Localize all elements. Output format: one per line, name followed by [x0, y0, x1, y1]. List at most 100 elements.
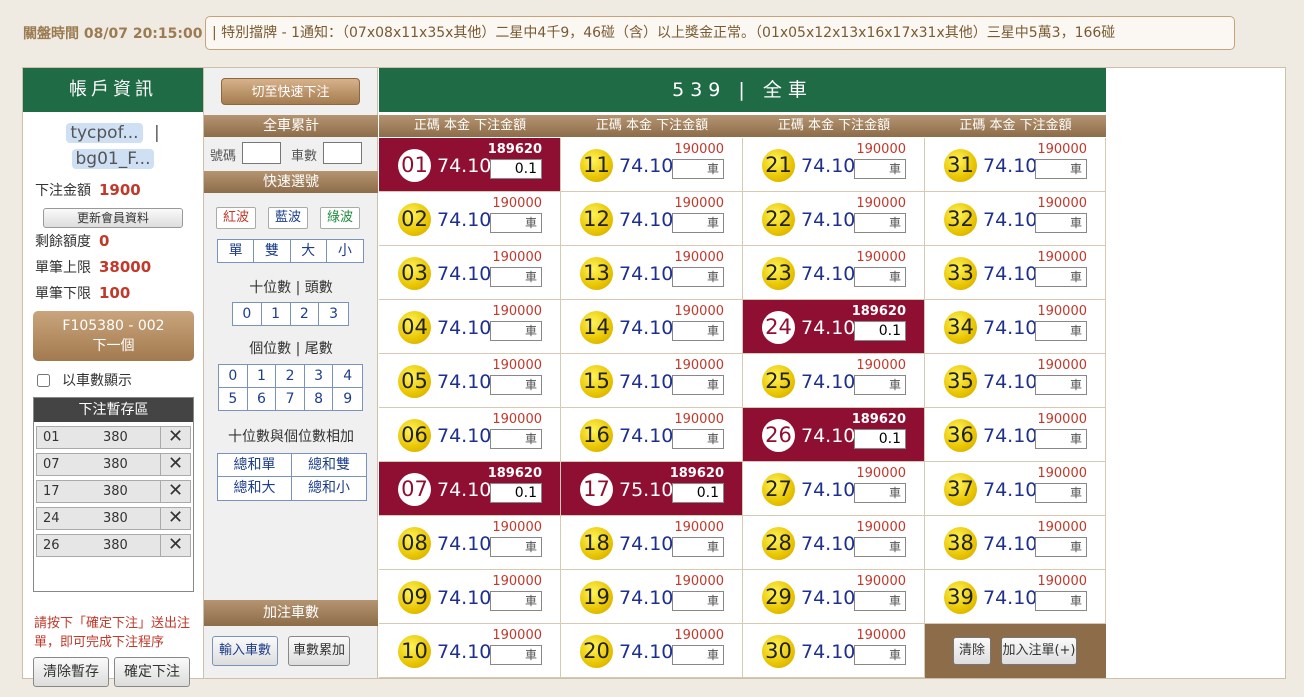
number-cell[interactable]: 23 74.10 190000 車	[743, 246, 925, 300]
bet-amount-input[interactable]: 車	[672, 375, 724, 395]
units-digit-button[interactable]: 3	[305, 365, 334, 387]
bet-amount-input[interactable]: 車	[854, 591, 906, 611]
bet-amount-input[interactable]: 車	[1035, 159, 1087, 179]
tens-digit-button[interactable]: 1	[262, 303, 291, 325]
number-cell[interactable]: 02 74.10 190000 車	[379, 192, 561, 246]
number-ball[interactable]: 06	[398, 419, 431, 452]
number-cell[interactable]: 17 75.10 189620 0.1	[561, 462, 743, 516]
bet-amount-input[interactable]: 車	[490, 213, 542, 233]
bet-amount-input[interactable]: 車	[1035, 483, 1087, 503]
number-cell[interactable]: 32 74.10 190000 車	[925, 192, 1106, 246]
accum-car-button[interactable]: 車數累加	[288, 636, 350, 666]
number-ball[interactable]: 36	[944, 419, 977, 452]
number-ball[interactable]: 13	[580, 257, 613, 290]
number-cell[interactable]: 14 74.10 190000 車	[561, 300, 743, 354]
number-ball[interactable]: 29	[762, 581, 795, 614]
bet-amount-input[interactable]: 車	[1035, 321, 1087, 341]
number-ball[interactable]: 33	[944, 257, 977, 290]
bet-amount-input[interactable]: 車	[1035, 591, 1087, 611]
next-button[interactable]: F105380 - 002 下一個	[33, 311, 194, 361]
tens-digit-button[interactable]: 2	[291, 303, 320, 325]
bet-amount-input[interactable]: 0.1	[854, 429, 906, 449]
sum-odd-button[interactable]: 總和單	[218, 454, 292, 477]
bet-amount-input[interactable]: 車	[1035, 429, 1087, 449]
units-digit-button[interactable]: 8	[305, 388, 334, 410]
units-digit-button[interactable]: 9	[333, 388, 362, 410]
number-ball[interactable]: 14	[580, 311, 613, 344]
bet-amount-input[interactable]: 車	[672, 645, 724, 665]
number-ball[interactable]: 07	[398, 473, 431, 506]
number-cell[interactable]: 27 74.10 190000 車	[743, 462, 925, 516]
bet-amount-input[interactable]: 車	[1035, 537, 1087, 557]
car-display-checkbox[interactable]	[37, 374, 50, 387]
number-cell[interactable]: 04 74.10 190000 車	[379, 300, 561, 354]
number-cell[interactable]: 19 74.10 190000 車	[561, 570, 743, 624]
bet-amount-input[interactable]: 車	[490, 321, 542, 341]
bet-amount-input[interactable]: 車	[854, 267, 906, 287]
number-cell[interactable]: 24 74.10 189620 0.1	[743, 300, 925, 354]
sum-big-button[interactable]: 總和大	[218, 477, 292, 500]
bet-amount-input[interactable]: 車	[490, 267, 542, 287]
number-ball[interactable]: 08	[398, 527, 431, 560]
bet-amount-input[interactable]: 0.1	[672, 483, 724, 503]
number-ball[interactable]: 26	[762, 419, 795, 452]
parity-button[interactable]: 小	[327, 240, 363, 262]
number-cell[interactable]: 20 74.10 190000 車	[561, 624, 743, 678]
number-ball[interactable]: 21	[762, 149, 795, 182]
bet-amount-input[interactable]: 0.1	[854, 321, 906, 341]
number-ball[interactable]: 30	[762, 635, 795, 668]
bet-amount-input[interactable]: 車	[672, 591, 724, 611]
number-cell[interactable]: 01 74.10 189620 0.1	[379, 138, 561, 192]
number-cell[interactable]: 06 74.10 190000 車	[379, 408, 561, 462]
sum-small-button[interactable]: 總和小	[292, 477, 366, 500]
parity-button[interactable]: 單	[218, 240, 255, 262]
number-cell[interactable]: 08 74.10 190000 車	[379, 516, 561, 570]
number-cell[interactable]: 25 74.10 190000 車	[743, 354, 925, 408]
bet-amount-input[interactable]: 車	[490, 591, 542, 611]
bet-amount-input[interactable]: 車	[672, 537, 724, 557]
units-digit-button[interactable]: 4	[333, 365, 362, 387]
units-digit-button[interactable]: 0	[219, 365, 248, 387]
number-ball[interactable]: 09	[398, 581, 431, 614]
number-cell[interactable]: 13 74.10 190000 車	[561, 246, 743, 300]
number-ball[interactable]: 31	[944, 149, 977, 182]
number-cell[interactable]: 18 74.10 190000 車	[561, 516, 743, 570]
number-cell[interactable]: 31 74.10 190000 車	[925, 138, 1106, 192]
number-cell[interactable]: 16 74.10 190000 車	[561, 408, 743, 462]
number-cell[interactable]: 07 74.10 189620 0.1	[379, 462, 561, 516]
car-input[interactable]	[323, 142, 362, 164]
bet-amount-input[interactable]: 車	[672, 159, 724, 179]
remove-icon[interactable]: ✕	[160, 480, 190, 503]
bet-amount-input[interactable]: 車	[1035, 213, 1087, 233]
number-ball[interactable]: 32	[944, 203, 977, 236]
number-ball[interactable]: 37	[944, 473, 977, 506]
bet-amount-input[interactable]: 車	[854, 213, 906, 233]
update-member-button[interactable]: 更新會員資料	[43, 208, 183, 228]
units-digit-button[interactable]: 2	[276, 365, 305, 387]
bet-amount-input[interactable]: 車	[854, 483, 906, 503]
bet-amount-input[interactable]: 車	[490, 645, 542, 665]
number-ball[interactable]: 10	[398, 635, 431, 668]
bet-amount-input[interactable]: 車	[490, 537, 542, 557]
num-input[interactable]	[242, 142, 281, 164]
number-cell[interactable]: 09 74.10 190000 車	[379, 570, 561, 624]
sum-even-button[interactable]: 總和雙	[292, 454, 366, 477]
number-ball[interactable]: 27	[762, 473, 795, 506]
number-cell[interactable]: 38 74.10 190000 車	[925, 516, 1106, 570]
number-ball[interactable]: 11	[580, 149, 613, 182]
number-ball[interactable]: 05	[398, 365, 431, 398]
number-ball[interactable]: 25	[762, 365, 795, 398]
parity-button[interactable]: 雙	[254, 240, 291, 262]
units-digit-button[interactable]: 7	[276, 388, 305, 410]
number-ball[interactable]: 23	[762, 257, 795, 290]
number-ball[interactable]: 15	[580, 365, 613, 398]
number-ball[interactable]: 38	[944, 527, 977, 560]
board-clear-button[interactable]: 清除	[953, 637, 991, 665]
input-car-button[interactable]: 輸入車數	[212, 636, 278, 666]
number-cell[interactable]: 29 74.10 190000 車	[743, 570, 925, 624]
bet-amount-input[interactable]: 車	[490, 375, 542, 395]
units-digit-button[interactable]: 6	[248, 388, 277, 410]
remove-icon[interactable]: ✕	[160, 453, 190, 476]
bet-amount-input[interactable]: 車	[672, 213, 724, 233]
remove-icon[interactable]: ✕	[160, 426, 190, 449]
